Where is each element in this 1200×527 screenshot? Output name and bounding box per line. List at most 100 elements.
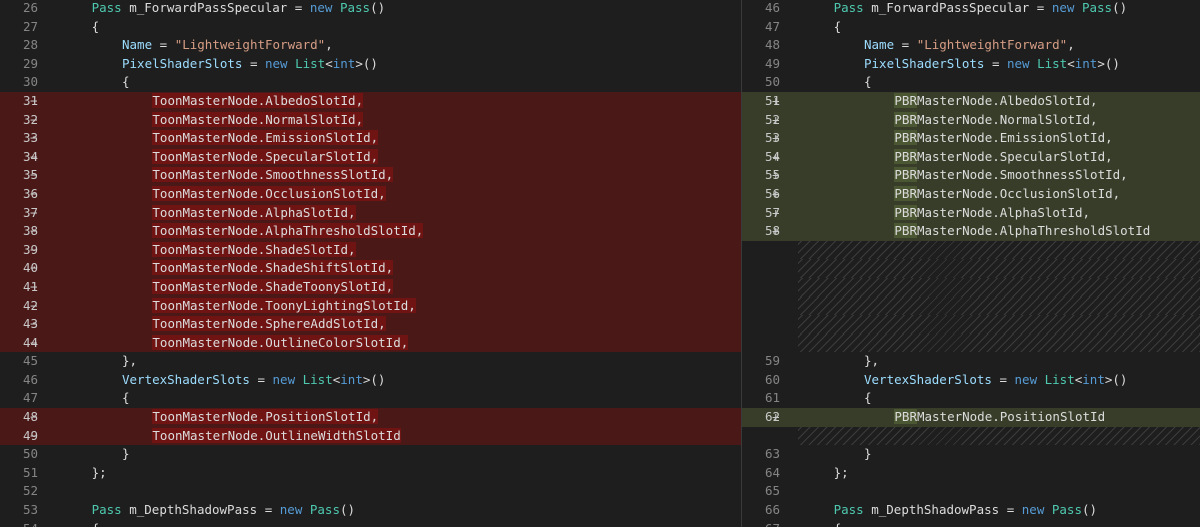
code-text: PBRMasterNode.SpecularSlotId,: [788, 148, 1113, 167]
code-token: ToonMasterNode.EmissionSlotId,: [152, 130, 379, 146]
diff-filler-row[interactable]: [742, 426, 1200, 446]
deleted-line[interactable]: 42− ToonMasterNode.ToonyLightingSlotId,: [0, 296, 741, 316]
code-token: ,: [325, 37, 333, 53]
deleted-line[interactable]: 31− ToonMasterNode.AlbedoSlotId,: [0, 91, 741, 111]
code-line[interactable]: 59},: [742, 352, 1200, 371]
added-line[interactable]: 62 + PBRMasterNode.PositionSlotId: [742, 408, 1200, 427]
added-line[interactable]: 52 + PBRMasterNode.NormalSlotId,: [742, 110, 1200, 130]
code-text: },: [788, 352, 879, 371]
code-token: =: [991, 371, 1015, 387]
added-line[interactable]: 51 + PBRMasterNode.AlbedoSlotId,: [742, 91, 1200, 111]
deleted-line[interactable]: 40− ToonMasterNode.ShadeShiftSlotId,: [0, 259, 741, 278]
code-token: PBR: [894, 223, 917, 239]
code-line[interactable]: 60 VertexShaderSlots = new List<int>(): [742, 371, 1200, 390]
code-text: }: [788, 445, 872, 464]
deleted-line[interactable]: 32− ToonMasterNode.NormalSlotId,: [0, 110, 741, 130]
deletion-marker: −: [30, 185, 38, 201]
deleted-line[interactable]: 48− ToonMasterNode.PositionSlotId,: [0, 408, 741, 427]
code-line[interactable]: 66 Pass m_DepthShadowPass = new Pass(): [742, 501, 1200, 520]
deleted-line[interactable]: 37− ToonMasterNode.AlphaSlotId,: [0, 203, 741, 223]
code-text: Name = "LightweightForward",: [788, 36, 1075, 55]
code-line[interactable]: 28 Name = "LightweightForward",: [0, 36, 741, 55]
code-line[interactable]: 49 PixelShaderSlots = new List<int>(): [742, 55, 1200, 74]
line-number: 61: [764, 390, 780, 406]
code-token: {: [122, 390, 130, 406]
code-token: Pass: [833, 0, 864, 15]
code-text: PBRMasterNode.AlphaThresholdSlotId: [788, 222, 1150, 241]
added-line[interactable]: 56 + PBRMasterNode.OcclusionSlotId,: [742, 184, 1200, 204]
code-token: PBR: [894, 185, 917, 201]
code-text: {: [788, 73, 872, 92]
diff-filler-row[interactable]: [742, 240, 1200, 260]
diff-filler-row[interactable]: [742, 296, 1200, 316]
line-number: 59: [764, 353, 780, 369]
deleted-line[interactable]: 34− ToonMasterNode.SpecularSlotId,: [0, 147, 741, 167]
code-line[interactable]: 50 {: [742, 73, 1200, 92]
code-line[interactable]: 54 {: [0, 520, 741, 527]
code-line[interactable]: 64};: [742, 464, 1200, 483]
code-token: int: [1082, 371, 1105, 387]
code-line[interactable]: 65: [742, 482, 1200, 501]
code-token: Name: [122, 37, 153, 53]
left-diff-pane[interactable]: 26 Pass m_ForwardPassSpecular = new Pass(…: [0, 0, 741, 527]
code-token: Pass: [91, 0, 122, 15]
diff-filler-row[interactable]: [742, 315, 1200, 334]
code-line[interactable]: 52: [0, 482, 741, 501]
line-number: 50: [764, 74, 780, 90]
code-token: =: [984, 55, 1007, 71]
code-line[interactable]: 67 {: [742, 520, 1200, 527]
code-line[interactable]: 30 {: [0, 73, 741, 92]
line-number: 63: [764, 446, 780, 462]
deleted-line[interactable]: 44− ToonMasterNode.OutlineColorSlotId,: [0, 333, 741, 353]
code-token: MasterNode.PositionSlotId: [916, 409, 1106, 425]
added-line[interactable]: 57 + PBRMasterNode.AlphaSlotId,: [742, 203, 1200, 223]
code-line[interactable]: 46 VertexShaderSlots = new List<int>(): [0, 371, 741, 390]
code-text: PBRMasterNode.OcclusionSlotId,: [788, 185, 1120, 204]
code-token: PixelShaderSlots: [864, 55, 985, 71]
deletion-marker: −: [30, 204, 38, 220]
deleted-line[interactable]: 38− ToonMasterNode.AlphaThresholdSlotId,: [0, 222, 741, 241]
deleted-line[interactable]: 33− ToonMasterNode.EmissionSlotId,: [0, 129, 741, 148]
deleted-line[interactable]: 43− ToonMasterNode.SphereAddSlotId,: [0, 315, 741, 334]
added-line[interactable]: 55 + PBRMasterNode.SmoothnessSlotId,: [742, 166, 1200, 185]
code-line[interactable]: 26 Pass m_ForwardPassSpecular = new Pass(…: [0, 0, 741, 18]
diff-filler-row[interactable]: [742, 259, 1200, 278]
code-line[interactable]: 47 {: [0, 389, 741, 408]
side-by-side-diff-view: 26 Pass m_ForwardPassSpecular = new Pass(…: [0, 0, 1200, 527]
deleted-line[interactable]: 39− ToonMasterNode.ShadeSlotId,: [0, 240, 741, 260]
code-token: m_ForwardPassSpecular: [121, 0, 295, 15]
code-line[interactable]: 27 {: [0, 18, 741, 37]
deleted-line[interactable]: 41− ToonMasterNode.ShadeToonySlotId,: [0, 277, 741, 297]
code-line[interactable]: 45},: [0, 352, 741, 371]
deleted-line[interactable]: 35− ToonMasterNode.SmoothnessSlotId,: [0, 166, 741, 185]
code-token: List: [295, 55, 326, 71]
code-token: >(): [1104, 371, 1128, 387]
diff-filler-row[interactable]: [742, 277, 1200, 297]
diff-filler-row[interactable]: [742, 333, 1200, 353]
deletion-marker: −: [30, 278, 38, 294]
code-token: ,: [1067, 37, 1075, 53]
added-line[interactable]: 53 + PBRMasterNode.EmissionSlotId,: [742, 129, 1200, 148]
code-line[interactable]: 61 {: [742, 389, 1200, 408]
code-line[interactable]: 63}: [742, 445, 1200, 464]
code-line[interactable]: 50}: [0, 445, 741, 464]
code-text: ToonMasterNode.OcclusionSlotId,: [46, 185, 386, 204]
code-token: {: [864, 74, 872, 90]
code-line[interactable]: 48 Name = "LightweightForward",: [742, 36, 1200, 55]
code-line[interactable]: 29 PixelShaderSlots = new List<int>(): [0, 55, 741, 74]
code-line[interactable]: 47 {: [742, 18, 1200, 37]
code-text: PBRMasterNode.AlphaSlotId,: [788, 204, 1090, 223]
added-line[interactable]: 54 + PBRMasterNode.SpecularSlotId,: [742, 147, 1200, 167]
code-text: ToonMasterNode.NormalSlotId,: [46, 111, 364, 130]
deleted-line[interactable]: 36− ToonMasterNode.OcclusionSlotId,: [0, 184, 741, 204]
line-number: 67: [742, 520, 788, 527]
code-line[interactable]: 46 Pass m_ForwardPassSpecular = new Pass(…: [742, 0, 1200, 18]
code-token: >(): [362, 371, 386, 387]
deleted-line[interactable]: 49− ToonMasterNode.OutlineWidthSlotId: [0, 426, 741, 446]
code-line[interactable]: 53 Pass m_DepthShadowPass = new Pass(): [0, 501, 741, 520]
code-line[interactable]: 51};: [0, 464, 741, 483]
right-diff-pane[interactable]: 46 Pass m_ForwardPassSpecular = new Pass(…: [742, 0, 1200, 527]
added-line[interactable]: 58 + PBRMasterNode.AlphaThresholdSlotId: [742, 222, 1200, 241]
